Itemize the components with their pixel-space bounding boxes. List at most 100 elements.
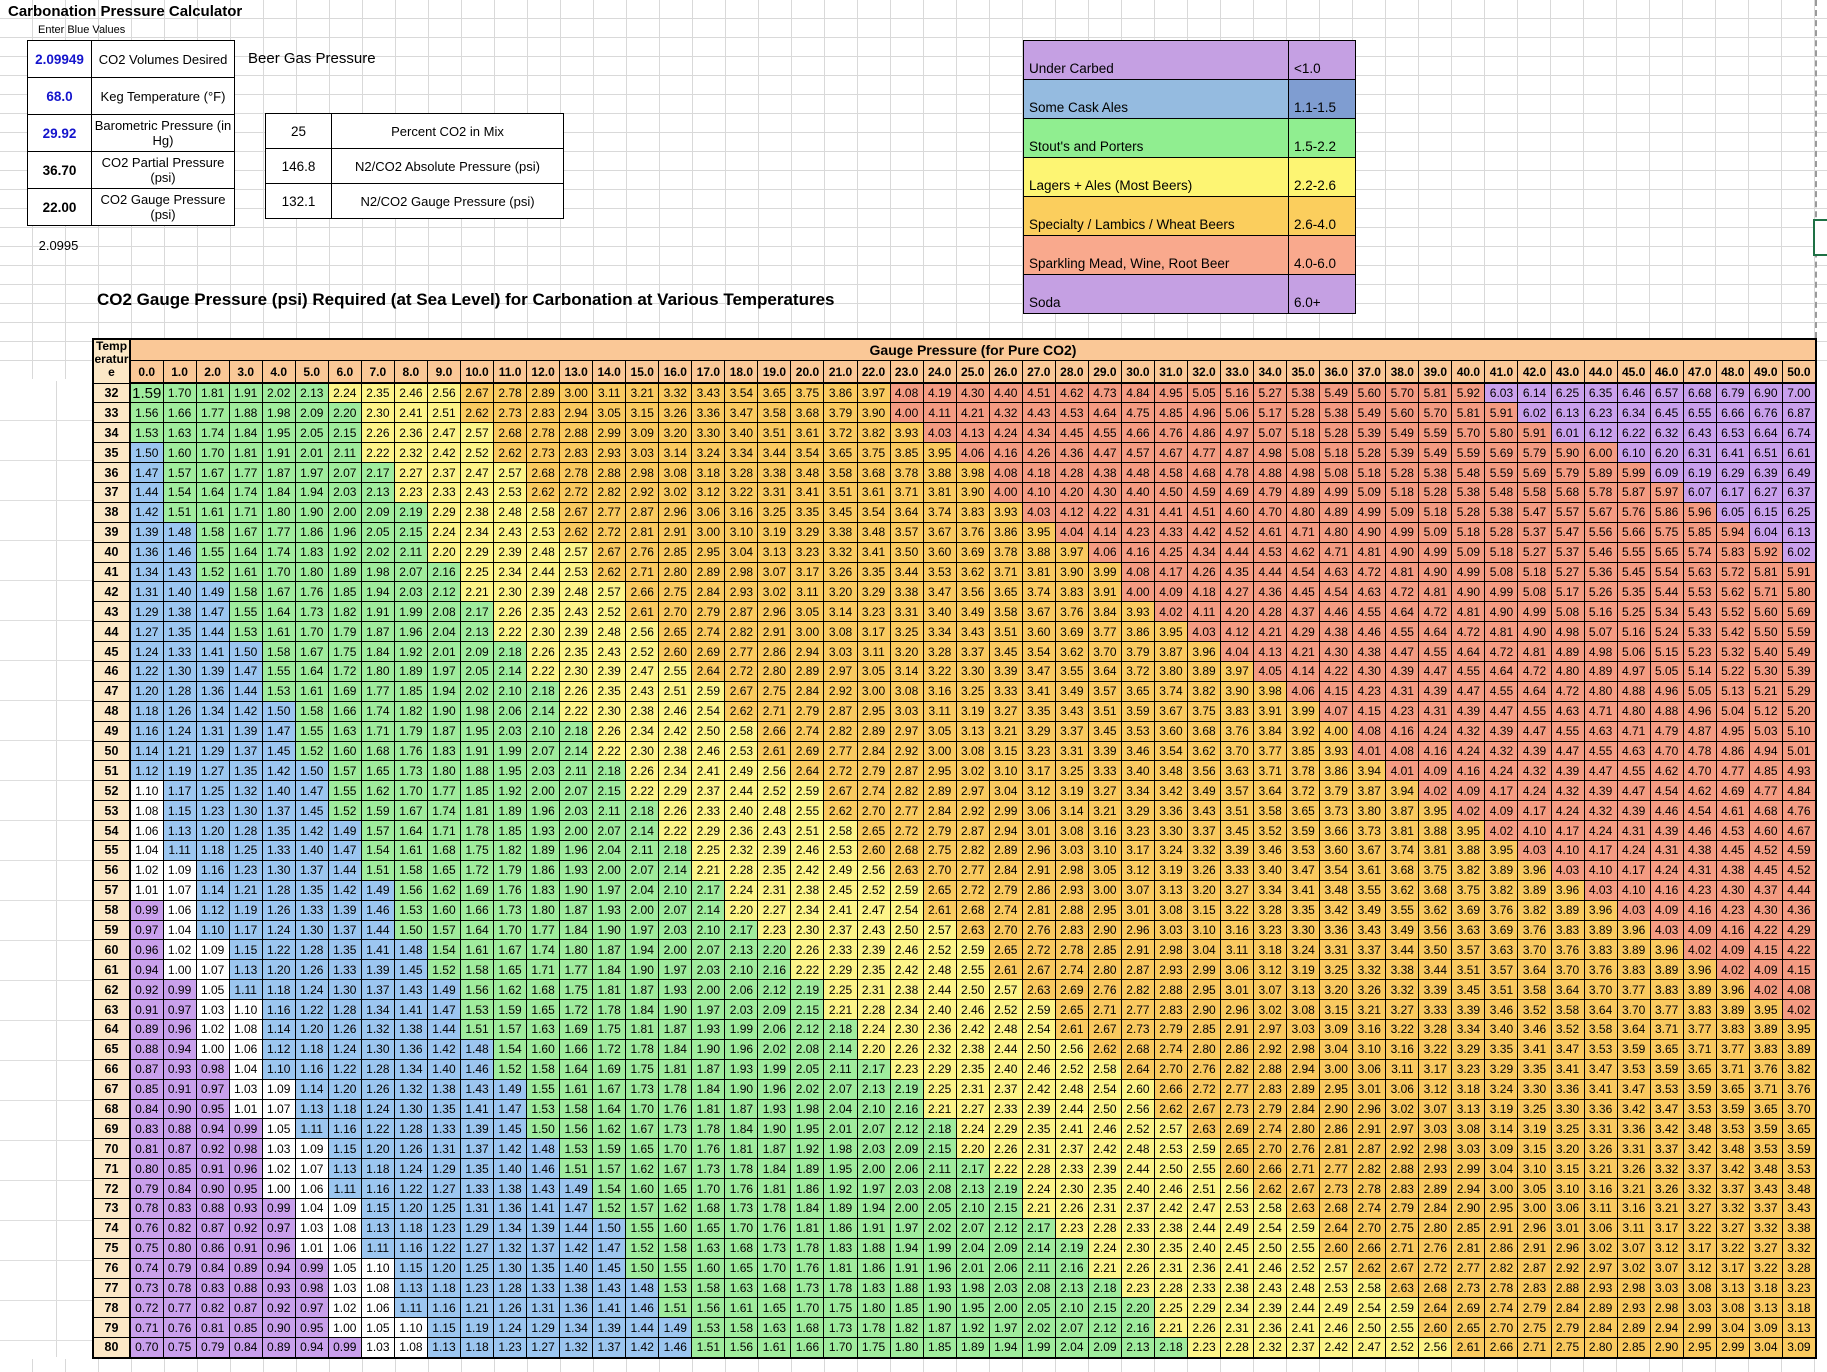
co2-volume-cell[interactable]: 1.44 <box>361 920 394 940</box>
pressure-column-header[interactable]: 42.0 <box>1518 361 1551 384</box>
co2-volume-cell[interactable]: 5.18 <box>1386 482 1419 502</box>
co2-volume-cell[interactable]: 2.33 <box>1121 1218 1154 1238</box>
co2-volume-cell[interactable]: 1.72 <box>328 661 361 681</box>
co2-volume-cell[interactable]: 2.57 <box>494 463 527 483</box>
co2-volume-cell[interactable]: 2.44 <box>1287 1298 1320 1318</box>
co2-volume-cell[interactable]: 2.17 <box>1022 1218 1055 1238</box>
co2-volume-cell[interactable]: 1.58 <box>725 1318 758 1338</box>
co2-volume-cell[interactable]: 3.05 <box>857 661 890 681</box>
co2-volume-cell[interactable]: 6.31 <box>1683 443 1716 463</box>
co2-volume-cell[interactable]: 2.84 <box>989 860 1022 880</box>
co2-volume-cell[interactable]: 3.25 <box>956 681 989 701</box>
co2-volume-cell[interactable]: 6.17 <box>1716 482 1749 502</box>
co2-volume-cell[interactable]: 4.44 <box>1254 562 1287 582</box>
co2-volume-cell[interactable]: 1.30 <box>494 1258 527 1278</box>
co2-volume-cell[interactable]: 1.67 <box>229 522 262 542</box>
co2-volume-cell[interactable]: 3.88 <box>923 463 956 483</box>
co2-volume-cell[interactable]: 3.00 <box>857 681 890 701</box>
co2-volume-cell[interactable]: 4.30 <box>1088 482 1121 502</box>
co2-volume-cell[interactable]: 1.81 <box>593 980 626 1000</box>
co2-volume-cell[interactable]: 6.61 <box>1782 443 1816 463</box>
co2-volume-cell[interactable]: 3.23 <box>1782 1278 1816 1298</box>
co2-volume-cell[interactable]: 1.88 <box>857 1238 890 1258</box>
co2-volume-cell[interactable]: 3.84 <box>1254 721 1287 741</box>
co2-volume-cell[interactable]: 4.98 <box>1287 463 1320 483</box>
co2-volume-cell[interactable]: 4.96 <box>1683 701 1716 721</box>
co2-volume-cell[interactable]: 2.92 <box>824 681 857 701</box>
co2-volume-cell[interactable]: 3.55 <box>1386 900 1419 920</box>
co2-volume-cell[interactable]: 1.90 <box>593 920 626 940</box>
co2-volume-cell[interactable]: 2.83 <box>527 403 560 423</box>
co2-volume-cell[interactable]: 3.97 <box>1221 661 1254 681</box>
co2-volume-cell[interactable]: 4.31 <box>1650 840 1683 860</box>
co2-volume-cell[interactable]: 1.27 <box>460 1238 493 1258</box>
co2-volume-cell[interactable]: 1.53 <box>130 423 163 443</box>
co2-volume-cell[interactable]: 2.35 <box>1154 1238 1187 1258</box>
co2-volume-cell[interactable]: 3.62 <box>1188 741 1221 761</box>
co2-volume-cell[interactable]: 3.08 <box>956 741 989 761</box>
co2-volume-cell[interactable]: 4.23 <box>1386 701 1419 721</box>
co2-volume-cell[interactable]: 3.59 <box>1782 1139 1816 1159</box>
co2-volume-cell[interactable]: 2.30 <box>527 622 560 642</box>
co2-volume-cell[interactable]: 3.93 <box>989 502 1022 522</box>
co2-volume-cell[interactable]: 5.81 <box>1419 383 1452 403</box>
co2-volume-cell[interactable]: 2.84 <box>1584 1318 1617 1338</box>
co2-volume-cell[interactable]: 4.09 <box>1749 960 1782 980</box>
co2-volume-cell[interactable]: 1.91 <box>361 602 394 622</box>
co2-volume-cell[interactable]: 3.43 <box>1188 801 1221 821</box>
co2-volume-cell[interactable]: 2.27 <box>394 463 427 483</box>
co2-volume-cell[interactable]: 3.77 <box>1254 741 1287 761</box>
co2-volume-cell[interactable]: 4.71 <box>1617 721 1650 741</box>
co2-volume-cell[interactable]: 2.09 <box>361 502 394 522</box>
co2-volume-cell[interactable]: 2.67 <box>725 681 758 701</box>
co2-volume-cell[interactable]: 2.20 <box>1121 1298 1154 1318</box>
co2-volume-cell[interactable]: 2.65 <box>659 622 692 642</box>
co2-volume-cell[interactable]: 1.76 <box>394 741 427 761</box>
co2-volume-cell[interactable]: 1.84 <box>758 1159 791 1179</box>
co2-volume-cell[interactable]: 2.03 <box>725 1000 758 1020</box>
co2-volume-cell[interactable]: 1.87 <box>262 463 295 483</box>
co2-volume-cell[interactable]: 1.54 <box>163 482 196 502</box>
co2-volume-cell[interactable]: 4.39 <box>1650 821 1683 841</box>
co2-volume-cell[interactable]: 3.59 <box>1287 821 1320 841</box>
co2-volume-cell[interactable]: 1.81 <box>824 1258 857 1278</box>
co2-volume-cell[interactable]: 5.09 <box>1386 502 1419 522</box>
co2-volume-cell[interactable]: 3.75 <box>857 443 890 463</box>
co2-volume-cell[interactable]: 5.22 <box>1716 661 1749 681</box>
co2-volume-cell[interactable]: 1.29 <box>527 1318 560 1338</box>
co2-volume-cell[interactable]: 1.67 <box>262 582 295 602</box>
co2-volume-cell[interactable]: 6.76 <box>1749 403 1782 423</box>
co2-volume-cell[interactable]: 1.85 <box>394 681 427 701</box>
co2-volume-cell[interactable]: 4.00 <box>989 482 1022 502</box>
co2-volume-cell[interactable]: 0.79 <box>130 1179 163 1199</box>
co2-volume-cell[interactable]: 3.71 <box>989 562 1022 582</box>
co2-volume-cell[interactable]: 2.25 <box>460 562 493 582</box>
co2-volume-cell[interactable]: 2.03 <box>659 920 692 940</box>
co2-volume-cell[interactable]: 1.40 <box>427 1059 460 1079</box>
co2-volume-cell[interactable]: 2.74 <box>1154 1039 1187 1059</box>
co2-volume-cell[interactable]: 3.41 <box>1584 1079 1617 1099</box>
co2-volume-cell[interactable]: 2.62 <box>460 403 493 423</box>
co2-volume-cell[interactable]: 1.72 <box>460 860 493 880</box>
co2-volume-cell[interactable]: 4.04 <box>1055 522 1088 542</box>
pressure-column-header[interactable]: 9.0 <box>427 361 460 384</box>
co2-volume-cell[interactable]: 1.86 <box>824 1218 857 1238</box>
co2-volume-cell[interactable]: 1.67 <box>626 1119 659 1139</box>
co2-volume-cell[interactable]: 1.81 <box>791 1218 824 1238</box>
pressure-column-header[interactable]: 39.0 <box>1419 361 1452 384</box>
co2-volume-cell[interactable]: 6.22 <box>1617 423 1650 443</box>
co2-volume-cell[interactable]: 2.89 <box>989 840 1022 860</box>
co2-volume-cell[interactable]: 4.52 <box>1782 860 1816 880</box>
co2-volume-cell[interactable]: 1.91 <box>460 741 493 761</box>
co2-volume-cell[interactable]: 1.23 <box>460 1278 493 1298</box>
co2-volume-cell[interactable]: 1.44 <box>229 681 262 701</box>
co2-volume-cell[interactable]: 3.58 <box>1551 1000 1584 1020</box>
co2-volume-cell[interactable]: 2.15 <box>989 1199 1022 1219</box>
co2-volume-cell[interactable]: 3.54 <box>857 502 890 522</box>
co2-volume-cell[interactable]: 5.18 <box>1287 423 1320 443</box>
co2-volume-cell[interactable]: 2.00 <box>890 1199 923 1219</box>
co2-volume-cell[interactable]: 0.89 <box>262 1338 295 1358</box>
co2-volume-cell[interactable]: 1.70 <box>295 622 328 642</box>
co2-volume-cell[interactable]: 2.29 <box>923 1059 956 1079</box>
co2-volume-cell[interactable]: 1.10 <box>361 1258 394 1278</box>
